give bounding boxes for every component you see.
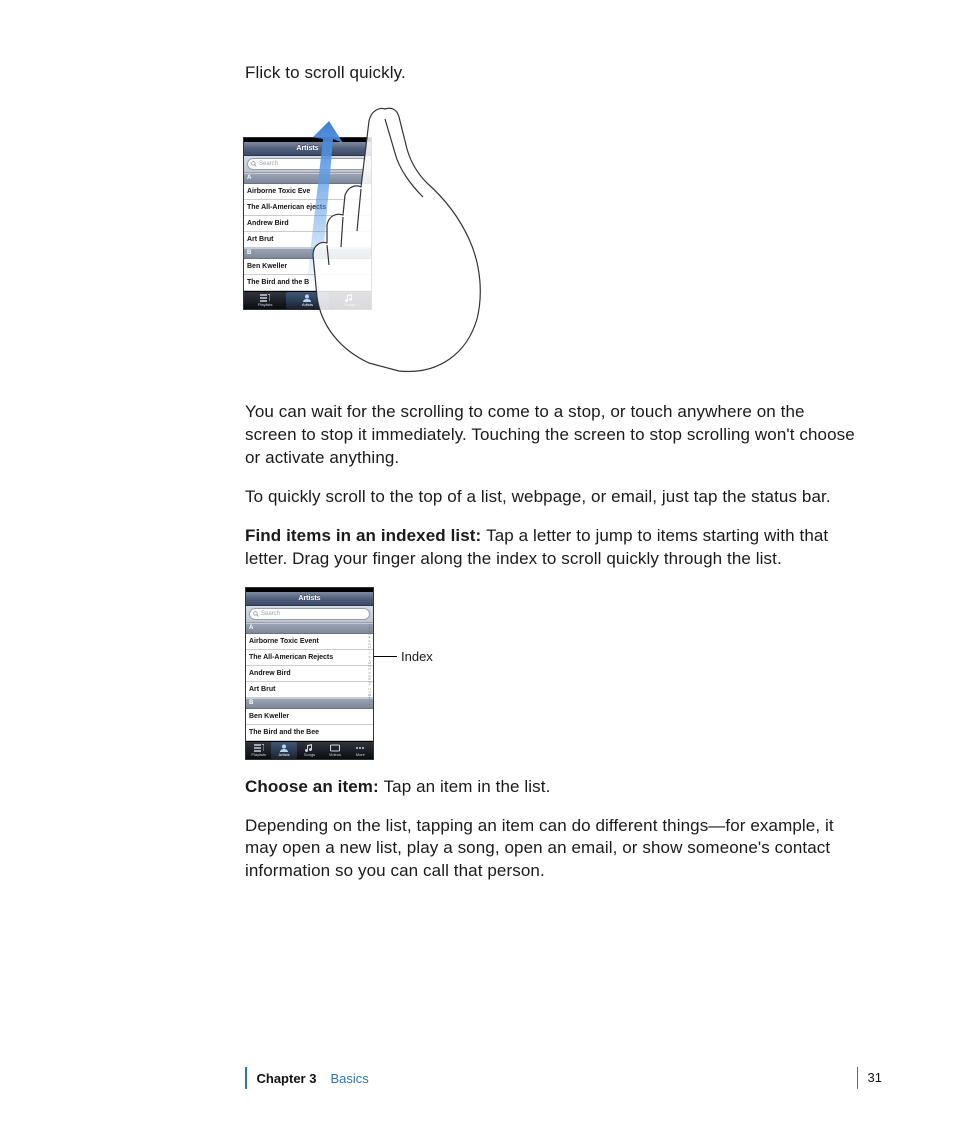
section-header: A bbox=[246, 623, 373, 634]
list-item[interactable]: The All-American ejects bbox=[244, 200, 371, 216]
artists-icon bbox=[271, 744, 296, 752]
lead-find-items: Find items in an indexed list: bbox=[245, 526, 486, 545]
tab-playlists[interactable]: Playlists bbox=[246, 742, 271, 759]
list-item[interactable]: Andrew Bird bbox=[244, 216, 371, 232]
footer-chapter-label: Chapter 3 bbox=[257, 1071, 317, 1086]
paragraph-depending: Depending on the list, tapping an item c… bbox=[245, 815, 858, 884]
phone-mockup-1: Artists Search AAirborne Toxic EveThe Al… bbox=[243, 137, 372, 310]
search-field[interactable]: Search bbox=[249, 608, 370, 620]
rest-choose-item: Tap an item in the list. bbox=[384, 777, 551, 796]
paragraph-tap-statusbar: To quickly scroll to the top of a list, … bbox=[245, 486, 858, 509]
list-item[interactable]: Ben Kweller bbox=[246, 709, 373, 725]
list-item[interactable]: Airborne Toxic Eve bbox=[244, 184, 371, 200]
tab-bar: PlaylistsArtistsSongsVideosMore bbox=[246, 741, 373, 759]
figure-flick: Artists Search AAirborne Toxic EveThe Al… bbox=[243, 101, 543, 381]
page-footer: Chapter 3 Basics 31 bbox=[245, 1067, 882, 1089]
tab-songs[interactable]: Songs bbox=[329, 292, 371, 309]
list-item[interactable]: The All-American Rejects bbox=[246, 650, 373, 666]
section-header: A bbox=[244, 173, 371, 184]
section-header: B bbox=[244, 248, 371, 259]
footer-chapter-name: Basics bbox=[330, 1071, 368, 1086]
list-item[interactable]: Art Brut bbox=[244, 232, 371, 248]
tab-songs[interactable]: Songs bbox=[297, 742, 322, 759]
footer-rule bbox=[245, 1067, 247, 1089]
list-item[interactable]: The Bird and the B bbox=[244, 275, 371, 291]
search-placeholder: Search bbox=[261, 611, 280, 617]
search-icon bbox=[251, 161, 257, 167]
tab-playlists[interactable]: Playlists bbox=[244, 292, 286, 309]
tab-more[interactable]: More bbox=[348, 742, 373, 759]
more-icon bbox=[348, 744, 373, 752]
list: AAirborne Toxic EventThe All-American Re… bbox=[246, 623, 373, 741]
callout-label: Index bbox=[401, 649, 433, 664]
search-bar: Search bbox=[246, 606, 373, 623]
paragraph-choose-item: Choose an item: Tap an item in the list. bbox=[245, 776, 858, 799]
lead-choose-item: Choose an item: bbox=[245, 777, 384, 796]
list: AAirborne Toxic EveThe All-American ejec… bbox=[244, 173, 371, 291]
index-bar[interactable]: ABCDEFGHIJKLMNOPQRSTUVWXYZ# bbox=[367, 623, 372, 741]
songs-icon bbox=[297, 744, 322, 752]
artists-icon bbox=[286, 294, 328, 302]
tab-artists[interactable]: Artists bbox=[286, 292, 328, 309]
list-item[interactable]: Ben Kweller bbox=[244, 259, 371, 275]
search-placeholder: Search bbox=[259, 161, 278, 167]
search-field[interactable]: Search bbox=[247, 158, 368, 170]
list-item[interactable]: Airborne Toxic Event bbox=[246, 634, 373, 650]
tab-bar: PlaylistsArtistsSongs bbox=[244, 291, 371, 309]
songs-icon bbox=[329, 294, 371, 302]
search-icon bbox=[253, 611, 259, 617]
callout-line bbox=[373, 656, 397, 657]
nav-bar-title: Artists bbox=[246, 592, 373, 606]
playlists-icon bbox=[246, 744, 271, 752]
phone-mockup-2: Artists Search AAirborne Toxic EventThe … bbox=[245, 587, 374, 760]
playlists-icon bbox=[244, 294, 286, 302]
section-header: B bbox=[246, 698, 373, 709]
paragraph-flick: Flick to scroll quickly. bbox=[245, 62, 858, 85]
list-item[interactable]: The Bird and the Bee bbox=[246, 725, 373, 741]
paragraph-indexed-list: Find items in an indexed list: Tap a let… bbox=[245, 525, 858, 571]
tab-videos[interactable]: Videos bbox=[322, 742, 347, 759]
videos-icon bbox=[322, 744, 347, 752]
callout-index: Index bbox=[373, 649, 433, 664]
paragraph-wait-stop: You can wait for the scrolling to come t… bbox=[245, 401, 858, 470]
search-bar: Search bbox=[244, 156, 371, 173]
list-item[interactable]: Andrew Bird bbox=[246, 666, 373, 682]
page: Flick to scroll quickly. Artists Search … bbox=[0, 0, 954, 1145]
tab-artists[interactable]: Artists bbox=[271, 742, 296, 759]
nav-bar-title: Artists bbox=[244, 142, 371, 156]
footer-page-number: 31 bbox=[857, 1067, 882, 1089]
figure-index: Artists Search AAirborne Toxic EventThe … bbox=[245, 587, 858, 760]
list-item[interactable]: Art Brut bbox=[246, 682, 373, 698]
